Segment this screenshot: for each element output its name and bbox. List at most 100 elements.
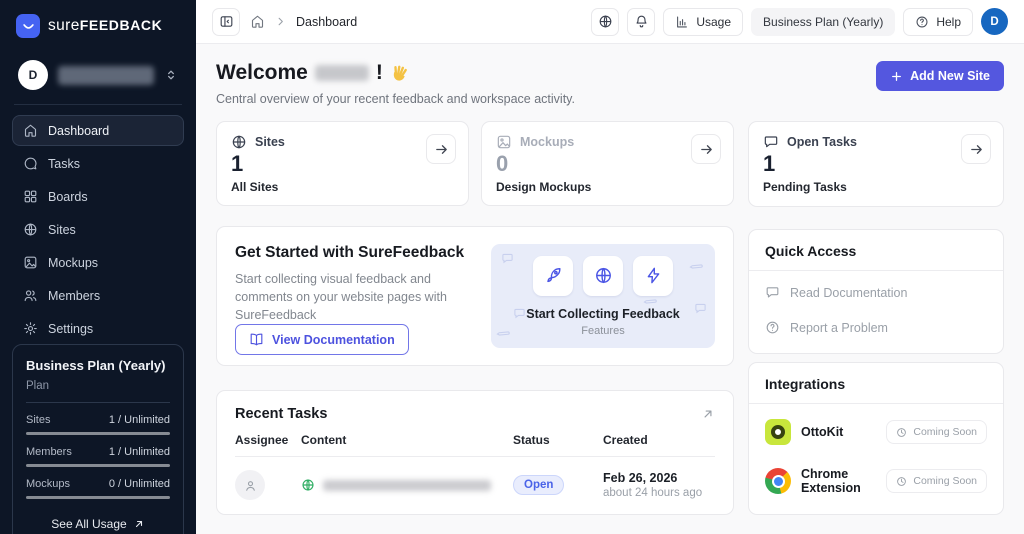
clock-icon <box>896 427 907 438</box>
sidebar-item-label: Settings <box>48 322 93 336</box>
notifications-button[interactable] <box>627 8 655 36</box>
column-created: Created <box>603 433 715 447</box>
report-a-problem-link[interactable]: Report a Problem <box>765 310 987 345</box>
get-started-illustration: Start Collecting Feedback Features <box>491 244 715 348</box>
workspace-switcher[interactable]: D <box>12 58 184 92</box>
created-relative-time: about 24 hours ago <box>603 487 715 499</box>
plan-usage-panel: Business Plan (Yearly) Plan Sites1 / Unl… <box>12 344 184 534</box>
mockups-arrow-button[interactable] <box>691 134 721 164</box>
chat-bubble-icon <box>765 285 780 300</box>
app: sureFEEDBACK D Dashboard Tasks Boards <box>0 0 1024 534</box>
sites-arrow-button[interactable] <box>426 134 456 164</box>
sidebar-divider <box>14 104 182 105</box>
bolt-icon <box>633 256 673 296</box>
sidebar-nav: Dashboard Tasks Boards Sites Mockups Mem… <box>12 115 184 344</box>
recent-tasks-card: Recent Tasks Assignee Content Status Cre… <box>216 390 734 515</box>
plus-icon <box>890 70 903 83</box>
user-avatar[interactable]: D <box>981 8 1008 35</box>
recent-tasks-title: Recent Tasks <box>235 406 327 422</box>
breadcrumb-home-icon[interactable] <box>250 14 265 29</box>
person-icon <box>243 478 258 493</box>
panel-left-icon <box>219 14 234 29</box>
stat-value: 1 <box>763 151 989 176</box>
sidebar-item-members[interactable]: Members <box>12 280 184 311</box>
language-globe-button[interactable] <box>591 8 619 36</box>
integration-name: OttoKit <box>801 425 876 439</box>
plan-subtitle: Plan <box>26 380 170 403</box>
usage-progressbar <box>26 496 170 499</box>
sidebar-item-label: Boards <box>48 190 88 204</box>
brand-name: sureFEEDBACK <box>48 17 162 35</box>
usage-value: 0 / Unlimited <box>109 478 170 490</box>
view-documentation-button[interactable]: View Documentation <box>235 324 409 355</box>
open-recent-tasks-link[interactable] <box>701 407 715 421</box>
task-content-cell <box>301 478 513 492</box>
workspace-name-redacted <box>58 66 154 85</box>
plan-title: Business Plan (Yearly) <box>26 358 170 373</box>
pencil-icon <box>687 257 705 275</box>
bell-icon <box>634 14 649 29</box>
sidebar-item-dashboard[interactable]: Dashboard <box>12 115 184 146</box>
stat-card-sites: Sites 1 All Sites <box>216 121 469 206</box>
add-new-site-button[interactable]: Add New Site <box>876 61 1004 91</box>
site-globe-icon <box>301 478 315 492</box>
usage-row-mockups: Mockups0 / Unlimited <box>26 478 170 499</box>
sidebar-item-label: Sites <box>48 223 76 237</box>
chat-bubble-icon <box>763 134 779 150</box>
brand-bubble-icon <box>16 14 40 38</box>
chevron-right-icon <box>275 16 286 27</box>
stat-card-mockups: Mockups 0 Design Mockups <box>481 121 734 206</box>
globe-icon <box>598 14 613 29</box>
usage-label: Members <box>26 446 72 458</box>
gear-icon <box>23 321 38 336</box>
image-icon <box>496 134 512 150</box>
stat-label: Mockups <box>520 135 574 149</box>
ottokit-icon <box>765 419 791 445</box>
topbar: Dashboard Usage Business Plan (Yearly) H… <box>196 0 1024 44</box>
sidebar-toggle-button[interactable] <box>212 8 240 36</box>
sidebar: sureFEEDBACK D Dashboard Tasks Boards <box>0 0 196 534</box>
question-circle-icon <box>915 15 929 29</box>
image-icon <box>23 255 38 270</box>
chat-bubble-icon <box>501 252 514 265</box>
sidebar-item-label: Dashboard <box>48 124 109 138</box>
sidebar-item-mockups[interactable]: Mockups <box>12 247 184 278</box>
table-header: Assignee Content Status Created <box>235 433 715 457</box>
see-all-usage-link[interactable]: See All Usage <box>26 510 170 534</box>
help-button[interactable]: Help <box>903 8 973 36</box>
table-row[interactable]: Open Feb 26, 2026 about 24 hours ago <box>235 457 715 500</box>
grid-icon <box>23 189 38 204</box>
stat-label: Sites <box>255 135 285 149</box>
sidebar-item-tasks[interactable]: Tasks <box>12 148 184 179</box>
chevron-up-down-icon <box>164 68 178 82</box>
open-tasks-arrow-button[interactable] <box>961 134 991 164</box>
read-documentation-link[interactable]: Read Documentation <box>765 275 987 310</box>
illustration-subtitle: Features <box>581 325 624 337</box>
sidebar-item-boards[interactable]: Boards <box>12 181 184 212</box>
stat-label: Open Tasks <box>787 135 857 149</box>
breadcrumb: Dashboard <box>296 15 357 29</box>
stat-value: 1 <box>231 151 454 176</box>
usage-progressbar <box>26 464 170 467</box>
sidebar-item-sites[interactable]: Sites <box>12 214 184 245</box>
arrow-up-right-icon <box>133 518 145 530</box>
pencil-icon <box>494 324 512 342</box>
usage-label: Sites <box>26 414 50 426</box>
integrations-card: Integrations OttoKit Coming Soon Chrome <box>748 362 1004 515</box>
usage-progressbar <box>26 432 170 435</box>
column-assignee: Assignee <box>235 433 301 447</box>
globe-icon <box>23 222 38 237</box>
wave-hand-icon <box>390 64 409 83</box>
user-name-redacted <box>315 65 369 81</box>
sidebar-item-settings[interactable]: Settings <box>12 313 184 344</box>
page-title: Welcome ! <box>216 61 575 85</box>
status-badge: Open <box>513 475 564 495</box>
created-date: Feb 26, 2026 <box>603 471 715 485</box>
usage-button[interactable]: Usage <box>663 8 743 36</box>
main-area: Dashboard Usage Business Plan (Yearly) H… <box>196 0 1024 534</box>
chat-bubble-icon <box>23 156 38 171</box>
get-started-title: Get Started with SureFeedback <box>235 244 477 262</box>
chrome-icon <box>765 468 791 494</box>
arrow-right-icon <box>699 142 714 157</box>
plan-badge[interactable]: Business Plan (Yearly) <box>751 8 895 36</box>
